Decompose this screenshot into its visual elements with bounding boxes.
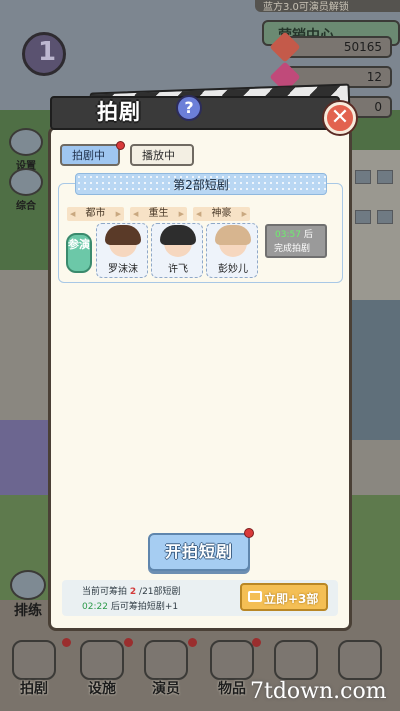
notification-dot	[188, 638, 197, 647]
actor-slot[interactable]: 罗沫沫	[96, 223, 148, 278]
timer-status: 完成拍剧	[274, 244, 311, 254]
join-cast-badge: 参演	[66, 233, 92, 273]
quota-line: 当前可筹拍 2 /21部短剧	[82, 584, 181, 597]
building-window	[355, 170, 371, 184]
actor-name: 彭妙儿	[218, 264, 248, 275]
site-watermark: 7tdown.com	[250, 679, 387, 704]
nav-item-actors[interactable]: 演员	[136, 636, 196, 702]
notification-dot	[244, 528, 254, 538]
chat-icon	[10, 570, 46, 600]
building-window	[355, 210, 371, 224]
settings-button[interactable]: 设置	[6, 128, 46, 172]
timer-line: 03:57 后	[275, 227, 313, 240]
level-badge-number: 1	[38, 37, 57, 67]
dialog-title: 拍剧	[97, 100, 141, 124]
watch-video-button[interactable]: 立即+3部	[240, 583, 328, 611]
video-icon	[248, 591, 262, 602]
timer-suffix: 后	[303, 230, 313, 240]
refill-time: 02:22	[82, 602, 108, 612]
notification-dot	[124, 638, 133, 647]
notification-dot	[62, 638, 71, 647]
refill-text: 后可筹拍短剧+1	[110, 602, 179, 612]
actor-slot[interactable]: 许飞	[151, 223, 203, 278]
timer-time: 03:57	[275, 230, 301, 240]
overview-label: 综合	[16, 201, 36, 212]
notification-dot	[252, 638, 261, 647]
schedule-button[interactable]: 排练	[6, 570, 50, 620]
genre-tag: 神豪	[193, 207, 250, 221]
schedule-label: 排练	[14, 603, 42, 619]
nav-label: 设施	[88, 681, 116, 697]
quota-count: 2	[129, 587, 137, 597]
genre-tag: 都市	[67, 207, 124, 221]
level-badge[interactable]: 1	[22, 32, 66, 76]
diamond-value: 0	[374, 100, 382, 114]
actor-hair	[105, 225, 141, 245]
money-counter: 50165	[269, 31, 392, 63]
gem-value: 12	[366, 70, 382, 84]
quota-prefix: 当前可筹拍	[82, 587, 128, 597]
gift-icon	[274, 640, 318, 680]
overview-icon	[9, 168, 43, 196]
actor-name: 许飞	[168, 264, 188, 275]
refill-line: 02:22 后可筹拍短剧+1	[82, 599, 178, 612]
top-notice-text: 蓝方3.0可演员解锁	[263, 2, 349, 13]
watch-video-label: 立即+3部	[264, 592, 319, 606]
facility-icon	[80, 640, 124, 680]
actor-hair	[215, 225, 251, 245]
drama-card-title: 第2部短剧	[75, 173, 327, 195]
genre-tag: 重生	[130, 207, 187, 221]
tab-shooting[interactable]: 拍剧中	[60, 144, 120, 166]
finish-timer: 03:57 后 完成拍剧	[265, 224, 327, 258]
building-window	[377, 210, 393, 224]
notification-dot	[116, 141, 125, 150]
close-button[interactable]: ✕	[324, 102, 356, 134]
nav-label: 演员	[152, 681, 180, 697]
lock-icon	[338, 640, 382, 680]
start-shooting-button[interactable]: 开拍短剧	[148, 533, 250, 571]
gear-icon	[9, 128, 43, 156]
actor-icon	[144, 640, 188, 680]
nav-item-facility[interactable]: 设施	[72, 636, 132, 702]
nav-label: 拍剧	[20, 681, 48, 697]
top-notice-bar: 蓝方3.0可演员解锁	[255, 0, 400, 13]
actor-name: 罗沫沫	[108, 264, 138, 275]
tab-playing[interactable]: 播放中	[130, 144, 194, 166]
overview-button[interactable]: 综合	[6, 168, 46, 212]
actor-hair	[160, 225, 196, 245]
quota-suffix: /21部短剧	[139, 587, 181, 597]
building-window	[377, 170, 393, 184]
clapper-icon	[12, 640, 56, 680]
background-street	[345, 300, 400, 440]
help-button[interactable]: ?	[176, 95, 202, 121]
item-icon	[210, 640, 254, 680]
actor-slot[interactable]: 彭妙儿	[206, 223, 258, 278]
nav-item-shoot[interactable]: 拍剧	[4, 636, 64, 702]
money-value: 50165	[343, 40, 382, 54]
